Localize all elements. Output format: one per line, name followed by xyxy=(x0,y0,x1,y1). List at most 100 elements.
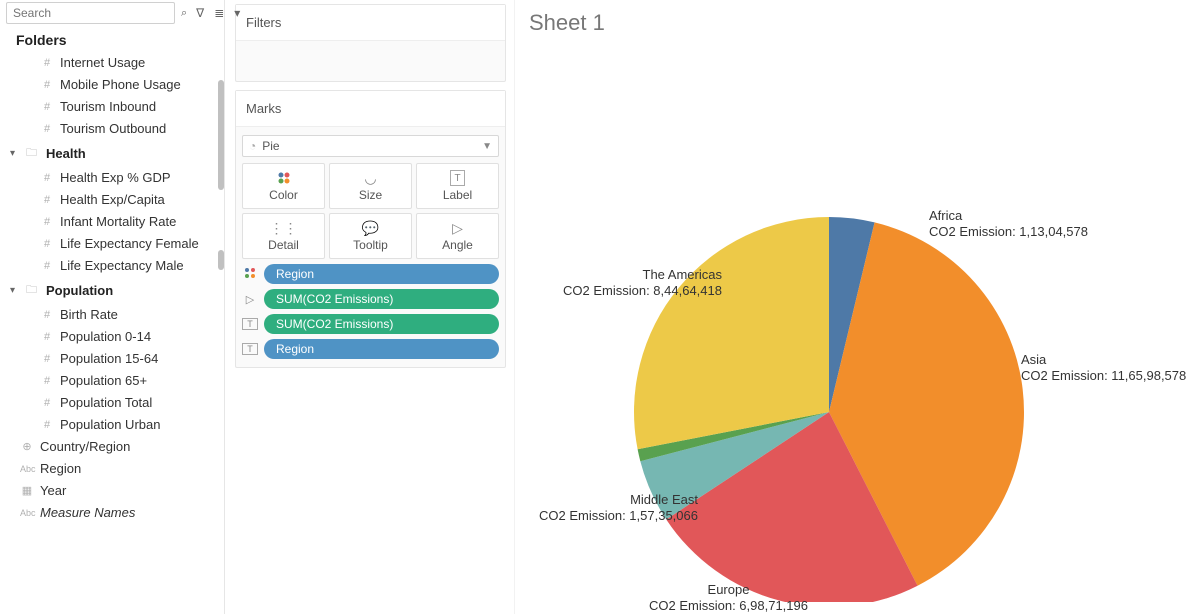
marks-label[interactable]: T Label xyxy=(416,163,499,209)
number-icon: # xyxy=(40,306,54,324)
number-icon: # xyxy=(40,98,54,116)
field-item[interactable]: # Population 15-64 xyxy=(4,348,224,370)
field-item[interactable]: # Infant Mortality Rate xyxy=(4,211,224,233)
field-label: Population Total xyxy=(60,394,152,412)
view-list-icon[interactable]: ≣ xyxy=(211,6,227,20)
scrollbar-thumb[interactable] xyxy=(218,250,224,270)
number-icon: # xyxy=(40,416,54,434)
field-label: Tourism Outbound xyxy=(60,120,166,138)
marks-tooltip[interactable]: 💬Tooltip xyxy=(329,213,412,259)
datalabel-africa: Africa CO2 Emission: 1,13,04,578 xyxy=(929,208,1088,240)
pie-slice-the-americas[interactable] xyxy=(634,217,829,449)
folder-icon: 🗀 xyxy=(26,281,40,300)
datalabel-line2: CO2 Emission: 1,13,04,578 xyxy=(929,224,1088,240)
search-icon[interactable]: ⌕ xyxy=(179,7,189,20)
data-pane: ⌕ ∇ ≣ ▾ Folders #Internet Usage #Mobile … xyxy=(0,0,225,614)
marks-color-label: Color xyxy=(269,188,298,202)
marks-angle[interactable]: ▷ Angle xyxy=(416,213,499,259)
detail-icon: ⋮⋮ xyxy=(270,220,298,236)
folder-icon: 🗀 xyxy=(26,144,40,163)
field-item[interactable]: # Life Expectancy Female xyxy=(4,233,224,255)
field-item[interactable]: #Health Exp % GDP xyxy=(4,167,224,189)
datalabel-line1: Asia xyxy=(1021,352,1046,367)
datalabel-middle-east: Middle East CO2 Emission: 1,57,35,066 xyxy=(539,492,698,524)
field-label: Life Expectancy Female xyxy=(60,235,199,253)
datalabel-the-americas: The Americas CO2 Emission: 8,44,64,418 xyxy=(563,267,722,299)
pill-co2-angle[interactable]: SUM(CO2 Emissions) xyxy=(264,289,499,309)
marks-size[interactable]: ◡Size xyxy=(329,163,412,209)
field-item[interactable]: # Population 65+ xyxy=(4,370,224,392)
field-region[interactable]: AbcRegion xyxy=(4,458,224,480)
pill-row: T Region xyxy=(242,339,499,359)
field-label: Birth Rate xyxy=(60,306,118,324)
scrollbar-thumb[interactable] xyxy=(218,80,224,190)
angle-icon: ▷ xyxy=(452,220,463,236)
folder-label: Health xyxy=(46,146,86,161)
angle-icon: ▷ xyxy=(242,293,258,306)
field-item[interactable]: #Population 0-14 xyxy=(4,326,224,348)
datalabel-asia: Asia CO2 Emission: 11,65,98,578 xyxy=(1021,352,1186,384)
field-item[interactable]: # Birth Rate xyxy=(4,304,224,326)
chevron-down-icon: ▼ xyxy=(482,141,492,152)
pill-row: T SUM(CO2 Emissions) xyxy=(242,314,499,334)
dropdown-caret-icon[interactable]: ▾ xyxy=(231,6,243,20)
datalabel-line2: CO2 Emission: 1,57,35,066 xyxy=(539,508,698,524)
field-item[interactable]: #Internet Usage xyxy=(4,52,224,74)
marks-size-label: Size xyxy=(359,188,382,202)
datalabel-line2: CO2 Emission: 11,65,98,578 xyxy=(1021,368,1186,384)
field-item[interactable]: # Tourism Inbound xyxy=(4,96,224,118)
mark-type-label: Pie xyxy=(262,139,279,153)
field-item[interactable]: #Mobile Phone Usage xyxy=(4,74,224,96)
datalabel-line1: Africa xyxy=(929,208,962,223)
marks-tooltip-label: Tooltip xyxy=(353,238,388,252)
viz-area: Sheet 1 Africa CO2 Emission: 1,13,04,578… xyxy=(515,0,1200,614)
datalabel-line1: Middle East xyxy=(630,492,698,507)
label-icon: T xyxy=(242,318,258,330)
color-icon xyxy=(277,170,291,186)
field-label: Population 65+ xyxy=(60,372,147,390)
number-icon: # xyxy=(40,372,54,390)
shelves-panel: Filters Marks ◔ Pie ▼ Color ◡Size TLabel… xyxy=(225,0,515,614)
field-label: Tourism Inbound xyxy=(60,98,156,116)
field-label: Infant Mortality Rate xyxy=(60,213,176,231)
field-item[interactable]: #Life Expectancy Male xyxy=(4,255,224,277)
field-label: Mobile Phone Usage xyxy=(60,76,181,94)
pill-region-label[interactable]: Region xyxy=(264,339,499,359)
filter-icon[interactable]: ∇ xyxy=(193,6,207,20)
field-label: Measure Names xyxy=(40,504,135,522)
pill-row: ▷ SUM(CO2 Emissions) xyxy=(242,289,499,309)
field-year[interactable]: ▦Year xyxy=(4,480,224,502)
folders-heading: Folders xyxy=(0,28,224,52)
field-measure-names[interactable]: AbcMeasure Names xyxy=(4,502,224,524)
marks-detail[interactable]: ⋮⋮Detail xyxy=(242,213,325,259)
number-icon: # xyxy=(40,328,54,346)
field-label: Population 15-64 xyxy=(60,350,158,368)
field-item[interactable]: #Health Exp/Capita xyxy=(4,189,224,211)
label-icon: T xyxy=(450,170,464,186)
number-icon: # xyxy=(40,235,54,253)
marks-label-label: Label xyxy=(443,188,472,202)
number-icon: # xyxy=(40,213,54,231)
field-item[interactable]: # Population Total xyxy=(4,392,224,414)
number-icon: # xyxy=(40,191,54,209)
datalabel-line2: CO2 Emission: 6,98,71,196 xyxy=(649,598,808,614)
field-item[interactable]: #Population Urban xyxy=(4,414,224,436)
marks-angle-label: Angle xyxy=(442,238,473,252)
pill-co2-label[interactable]: SUM(CO2 Emissions) xyxy=(264,314,499,334)
pill-row: Region xyxy=(242,264,499,284)
globe-icon: ⊕ xyxy=(20,438,34,456)
datalabel-line2: CO2 Emission: 8,44,64,418 xyxy=(563,283,722,299)
datalabel-line1: The Americas xyxy=(643,267,722,282)
number-icon: # xyxy=(40,350,54,368)
search-input[interactable] xyxy=(6,2,175,24)
pill-region-color[interactable]: Region xyxy=(264,264,499,284)
color-icon xyxy=(242,267,258,282)
marks-color[interactable]: Color xyxy=(242,163,325,209)
field-country-region[interactable]: ⊕Country/Region xyxy=(4,436,224,458)
pie-mark-icon: ◔ xyxy=(249,139,256,153)
number-icon: # xyxy=(40,394,54,412)
field-item[interactable]: #Tourism Outbound xyxy=(4,118,224,140)
folder-health[interactable]: ▾ 🗀 Health xyxy=(4,140,224,167)
mark-type-select[interactable]: ◔ Pie ▼ xyxy=(242,135,499,157)
folder-population[interactable]: ▾ 🗀 Population xyxy=(4,277,224,304)
